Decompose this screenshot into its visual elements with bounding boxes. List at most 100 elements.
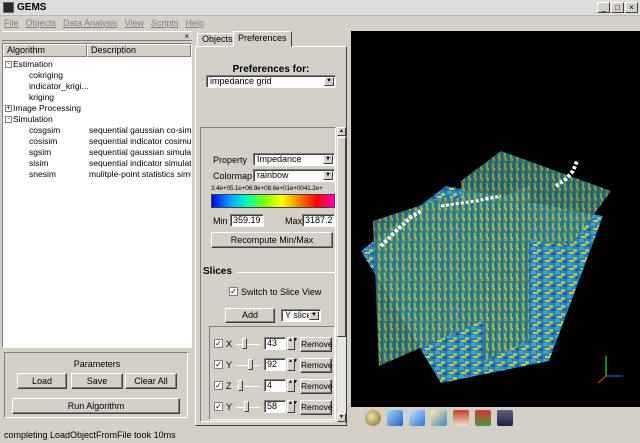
maximize-button[interactable]: □ xyxy=(611,2,624,13)
tree-row[interactable]: cosgsim sequential gaussian co-simu xyxy=(3,125,191,136)
tree-row-name: Simulation xyxy=(13,114,53,124)
object-select-value: impedance grid xyxy=(210,76,272,86)
preferences-tab-body: Preferences for: impedance grid ▼ Proper… xyxy=(195,46,347,426)
tree-row[interactable]: cokriging xyxy=(3,70,191,81)
tree-row-description: sequential indicator cosimul xyxy=(89,136,191,146)
tree-row-name: cosisim xyxy=(29,136,58,146)
slice-visible-checkbox[interactable]: ✓ xyxy=(214,402,223,411)
tree-row[interactable]: sisim sequential indicator simulati xyxy=(3,158,191,169)
slice-slider-track[interactable] xyxy=(236,344,260,345)
properties-panel: Objects Preferences Preferences for: imp… xyxy=(195,31,347,426)
save-button[interactable]: Save xyxy=(71,373,123,389)
tree-row-name: kriging xyxy=(29,92,55,102)
chevron-down-icon: ▼ xyxy=(323,171,333,180)
remove-slice-button[interactable]: Remove xyxy=(300,379,333,394)
minimize-button[interactable]: _ xyxy=(597,2,610,13)
tree-row-name: cosgsim xyxy=(29,125,61,135)
recompute-min-max-button[interactable]: Recompute Min/Max xyxy=(211,232,333,248)
slice-slider-thumb[interactable] xyxy=(247,359,253,370)
collapse-icon[interactable]: - xyxy=(5,116,12,123)
chevron-down-icon: ▼ xyxy=(324,77,334,86)
slice-visible-checkbox[interactable]: ✓ xyxy=(214,339,223,348)
colormap-select-value: rainbow xyxy=(257,170,289,180)
menu-scripts[interactable]: Scripts xyxy=(151,18,179,28)
menu-file[interactable]: File xyxy=(4,18,19,28)
column-header-description[interactable]: Description xyxy=(87,44,191,57)
tab-objects[interactable]: Objects xyxy=(197,33,238,46)
tree-row[interactable]: - Estimation xyxy=(3,59,191,70)
slice-slider-thumb[interactable] xyxy=(237,380,243,391)
slice-value-spinner[interactable]: ▲▼ xyxy=(287,337,298,350)
scroll-up-icon[interactable]: ▲ xyxy=(337,127,346,136)
slice-slider-thumb[interactable] xyxy=(241,338,247,349)
menu-data-analysis[interactable]: Data Analysis xyxy=(63,18,118,28)
tree-row[interactable]: indicator_krigi... xyxy=(3,81,191,92)
slice-value-input[interactable]: 92 xyxy=(264,358,286,371)
camera-icon[interactable] xyxy=(497,409,513,426)
tree-row[interactable]: cosisim sequential indicator cosimul xyxy=(3,136,191,147)
run-algorithm-button[interactable]: Run Algorithm xyxy=(12,398,180,414)
remove-slice-button[interactable]: Remove xyxy=(300,337,333,352)
menu-help[interactable]: Help xyxy=(185,18,204,28)
add-slice-button[interactable]: Add xyxy=(225,308,275,323)
tree-row-description: sequential gaussian co-simu xyxy=(89,125,191,135)
remove-slice-button[interactable]: Remove xyxy=(300,400,333,415)
remove-slice-button[interactable]: Remove xyxy=(300,358,333,373)
slice-value-spinner[interactable]: ▲▼ xyxy=(287,379,298,392)
algorithm-tree[interactable]: Algorithm Description - Estimation cokrigi… xyxy=(2,43,192,348)
slice-value-input[interactable]: 43 xyxy=(264,337,286,350)
close-button[interactable]: × xyxy=(625,2,638,13)
cube-view-icon[interactable] xyxy=(387,409,403,426)
tree-row[interactable]: snesim mulitple-point statistics simu xyxy=(3,169,191,180)
object-select[interactable]: impedance grid ▼ xyxy=(206,75,336,88)
slice-visible-checkbox[interactable]: ✓ xyxy=(214,381,223,390)
dock-close-icon[interactable]: × xyxy=(184,32,189,41)
property-select-value: Impedance xyxy=(257,154,302,164)
status-bar: completing LoadObjectFromFile took 10ms xyxy=(4,430,176,440)
max-input[interactable]: 3187.2 xyxy=(302,214,335,227)
slice-value-input[interactable]: 58 xyxy=(264,400,286,413)
preferences-scrollbar[interactable]: ▲ ▼ xyxy=(337,127,346,422)
home-icon[interactable] xyxy=(453,409,469,426)
min-input[interactable]: 359.19 xyxy=(230,214,264,227)
slices-divider xyxy=(237,272,335,273)
globe-icon[interactable] xyxy=(365,409,381,426)
tree-row-name: sisim xyxy=(29,158,49,168)
tree-row-description: sequential gaussian simulat xyxy=(89,147,191,157)
collapse-icon[interactable]: - xyxy=(5,61,12,68)
clear-all-button[interactable]: Clear All xyxy=(125,373,177,389)
menu-view[interactable]: View xyxy=(125,18,144,28)
tab-preferences[interactable]: Preferences xyxy=(233,31,292,47)
scroll-down-icon[interactable]: ▼ xyxy=(337,413,346,422)
slice-type-select[interactable]: Y slice ▼ xyxy=(281,309,321,322)
tree-row-name: cokriging xyxy=(29,70,64,80)
cube-side-icon[interactable] xyxy=(409,409,425,426)
parameters-label: Parameters xyxy=(73,359,121,369)
slice-visible-checkbox[interactable]: ✓ xyxy=(214,360,223,369)
slices-title: Slices xyxy=(203,266,232,277)
max-label: Max xyxy=(285,216,303,226)
3d-viewport[interactable] xyxy=(351,31,640,407)
slice-value-input[interactable]: 4 xyxy=(264,379,286,392)
dock-grip[interactable]: × xyxy=(2,31,192,41)
tree-row[interactable]: - Simulation xyxy=(3,114,191,125)
tree-row[interactable]: sgsim sequential gaussian simulat xyxy=(3,147,191,158)
tree-row[interactable]: + Image Processing xyxy=(3,103,191,114)
tree-row-name: indicator_krigi... xyxy=(29,81,89,91)
scroll-thumb[interactable] xyxy=(337,137,346,337)
property-select[interactable]: Impedance ▼ xyxy=(253,153,335,166)
cube-top-icon[interactable] xyxy=(431,409,447,426)
colormap-select[interactable]: rainbow ▼ xyxy=(253,169,335,182)
chevron-down-icon: ▼ xyxy=(309,311,319,320)
menu-objects[interactable]: Objects xyxy=(26,18,57,28)
slice-value-spinner[interactable]: ▲▼ xyxy=(287,358,298,371)
slice-axis-label: Z xyxy=(226,381,232,391)
slice-value-spinner[interactable]: ▲▼ xyxy=(287,400,298,413)
tree-row[interactable]: kriging xyxy=(3,92,191,103)
switch-slice-view-checkbox[interactable]: ✓ xyxy=(229,287,238,296)
expand-icon[interactable]: + xyxy=(5,105,12,112)
slice-slider-thumb[interactable] xyxy=(243,401,249,412)
export-icon[interactable] xyxy=(475,409,491,426)
column-header-algorithm[interactable]: Algorithm xyxy=(3,44,87,57)
load-button[interactable]: Load xyxy=(17,373,67,389)
